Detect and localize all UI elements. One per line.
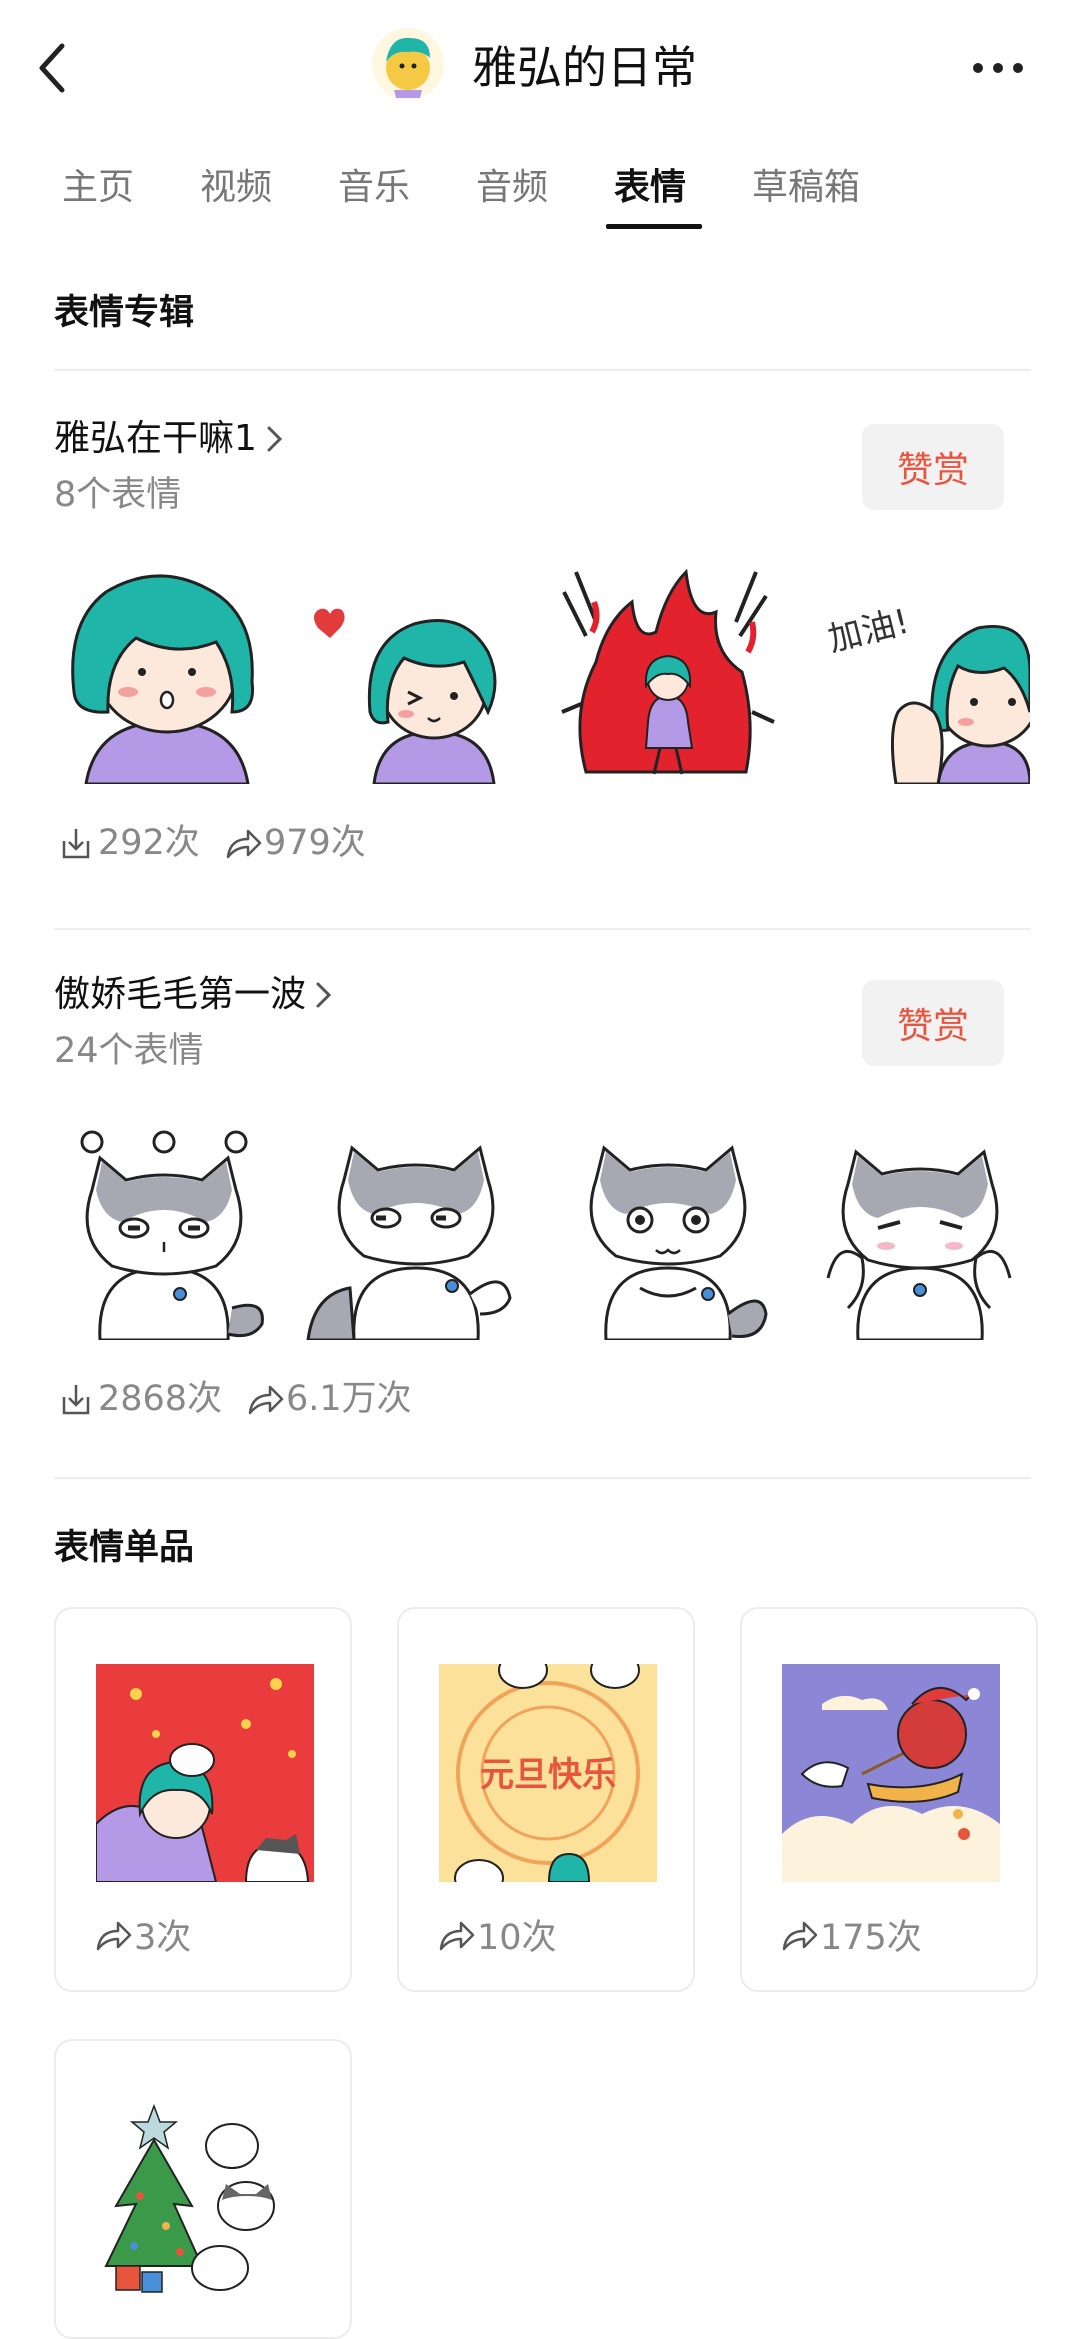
share-icon (782, 1921, 818, 1950)
share-icon (439, 1921, 475, 1950)
sticker-thumb-new-year-cats: 元旦快乐 (439, 1664, 657, 1882)
sticker-thumb-christmas-tree-cats (96, 2096, 314, 2314)
album-title-link[interactable]: 傲娇毛毛第一波 (54, 970, 336, 1020)
download-stat: 292次 (56, 818, 200, 868)
singles-section-title: 表情单品 (54, 1528, 195, 1568)
active-tab-indicator (606, 224, 702, 229)
divider (54, 928, 1031, 930)
sticker-card[interactable]: 3次 (54, 1607, 352, 1992)
back-arrow-icon (39, 43, 65, 93)
sticker-girl-wink-heart[interactable] (304, 562, 526, 786)
sticker-card[interactable]: 元旦快乐 10次 (397, 1607, 695, 1992)
tab-audio[interactable]: 音频 (476, 162, 548, 214)
sticker-cat-happy[interactable] (808, 1118, 1030, 1342)
share-stat: 10次 (435, 1909, 557, 1960)
download-stat: 2868次 (56, 1374, 222, 1424)
divider (54, 369, 1031, 371)
download-count: 2868次 (98, 1379, 223, 1419)
more-button[interactable] (966, 40, 1030, 96)
album-name: 雅弘在干嘛1 (54, 418, 257, 459)
tab-video[interactable]: 视频 (200, 162, 272, 214)
share-stat: 175次 (778, 1909, 922, 1960)
page-title: 雅弘的日常 (472, 41, 698, 94)
reward-button[interactable]: 赞赏 (862, 424, 1004, 510)
share-count: 6.1万次 (286, 1379, 412, 1419)
tab-stickers[interactable]: 表情 (614, 162, 686, 214)
sticker-cat-dots[interactable] (56, 1118, 278, 1342)
share-icon (96, 1921, 132, 1950)
download-icon (62, 829, 90, 859)
chevron-right-icon (316, 982, 332, 1008)
tab-music[interactable]: 音乐 (338, 162, 410, 214)
share-count: 979次 (264, 823, 366, 863)
sticker-girl-surprised[interactable] (56, 562, 278, 786)
sticker-cat-sideeye[interactable] (304, 1118, 526, 1342)
back-button[interactable] (30, 38, 80, 98)
sticker-thumb-christmas-sleigh (782, 1664, 1000, 1882)
sticker-card[interactable] (54, 2039, 352, 2339)
album-sticker-count: 24个表情 (54, 1031, 204, 1071)
sticker-thumb-new-year-girl (96, 1664, 314, 1882)
sticker-girl-cheer[interactable]: 加油! (808, 562, 1040, 786)
sticker-image-text: 元旦快乐 (480, 1755, 616, 1795)
more-dots-icon (973, 63, 1023, 73)
album-title-link[interactable]: 雅弘在干嘛1 (54, 414, 287, 464)
sticker-card[interactable]: 175次 (740, 1607, 1038, 1992)
reward-button[interactable]: 赞赏 (862, 980, 1004, 1066)
share-stat: 6.1万次 (244, 1374, 412, 1424)
share-icon (248, 1385, 284, 1415)
album-sticker-count: 8个表情 (54, 475, 182, 515)
share-count: 175次 (820, 1918, 922, 1958)
tab-home[interactable]: 主页 (62, 162, 134, 214)
share-stat: 979次 (222, 818, 366, 868)
sticker-girl-fire[interactable] (556, 562, 778, 784)
share-count: 3次 (134, 1918, 192, 1958)
share-icon (226, 829, 262, 859)
sticker-cat-worried[interactable] (556, 1118, 778, 1342)
chevron-right-icon (267, 426, 283, 452)
sticker-cheer-text: 加油! (824, 602, 913, 661)
divider (54, 1477, 1031, 1479)
tab-drafts[interactable]: 草稿箱 (752, 162, 860, 214)
download-icon (62, 1385, 90, 1415)
share-stat: 3次 (92, 1909, 191, 1960)
albums-section-title: 表情专辑 (54, 293, 195, 333)
download-count: 292次 (98, 823, 200, 863)
album-name: 傲娇毛毛第一波 (54, 974, 307, 1015)
avatar[interactable] (372, 28, 444, 100)
share-count: 10次 (477, 1918, 557, 1958)
